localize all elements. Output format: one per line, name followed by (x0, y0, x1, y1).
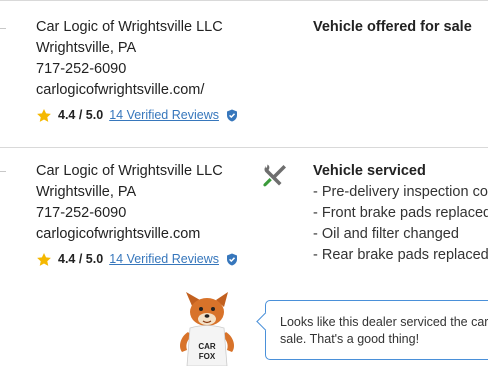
dealer-website[interactable]: carlogicofwrightsville.com (36, 224, 238, 245)
record-divider (0, 147, 488, 148)
dealer-name: Car Logic of Wrightsville LLC (36, 19, 223, 35)
row-edge-mark (0, 28, 6, 29)
carfox-mascot-icon: CAR FOX (180, 292, 234, 366)
mascot-shirt-text: CAR (198, 342, 216, 351)
mascot-shirt-text: FOX (199, 352, 216, 361)
verified-badge-icon (226, 109, 237, 122)
verified-reviews-link[interactable]: 14 Verified Reviews (109, 105, 219, 126)
tip-bubble: Looks like this dealer serviced the car … (256, 300, 488, 360)
dealer-rating: 4.4 / 5.0 14 Verified Reviews (36, 249, 238, 270)
dealer-location: Wrightsville, PA (36, 40, 137, 56)
dealer-location: Wrightsville, PA (36, 184, 137, 200)
dealer-website[interactable]: carlogicofwrightsville.com/ (36, 80, 238, 101)
bubble-pointer (256, 312, 275, 331)
dealer-info: Car Logic of Wrightsville LLC Wrightsvil… (36, 161, 238, 270)
row-edge-mark (0, 171, 6, 172)
event-title: Vehicle serviced (313, 163, 426, 179)
dealer-phone[interactable]: 717-252-6090 (36, 203, 238, 224)
top-divider (0, 0, 488, 1)
dealer-name: Car Logic of Wrightsville LLC (36, 163, 223, 179)
wrench-screwdriver-icon (263, 164, 286, 187)
dealer-info: Car Logic of Wrightsville LLC Wrightsvil… (36, 17, 238, 126)
service-item: - Front brake pads replaced (313, 205, 488, 221)
service-item: - Pre-delivery inspection com (313, 184, 488, 200)
rating-score: 4.4 / 5.0 (58, 108, 104, 122)
event-info: Vehicle offered for sale (313, 17, 472, 38)
star-icon (37, 108, 51, 122)
service-items-list: - Pre-delivery inspection com - Front br… (313, 182, 488, 266)
dealer-phone[interactable]: 717-252-6090 (36, 59, 238, 80)
dealer-rating: 4.4 / 5.0 14 Verified Reviews (36, 105, 238, 126)
event-info: Vehicle serviced - Pre-delivery inspecti… (313, 161, 488, 266)
rating-score: 4.4 / 5.0 (58, 252, 104, 266)
event-title: Vehicle offered for sale (313, 19, 472, 35)
tip-line: Looks like this dealer serviced the car (280, 315, 488, 329)
star-icon (37, 252, 51, 266)
service-item: - Oil and filter changed (313, 226, 459, 242)
service-item: - Rear brake pads replaced (313, 247, 488, 263)
verified-badge-icon (226, 253, 237, 266)
tip-line: sale. That's a good thing! (280, 332, 420, 346)
verified-reviews-link[interactable]: 14 Verified Reviews (109, 249, 219, 270)
tip-message: Looks like this dealer serviced the car … (280, 314, 488, 348)
